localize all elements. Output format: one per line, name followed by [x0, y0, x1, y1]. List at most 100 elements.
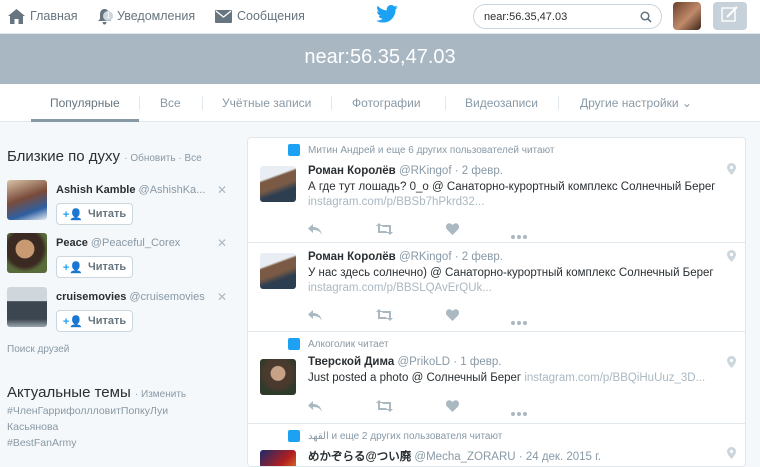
tab-photos[interactable]: Фотографии: [352, 96, 421, 110]
chevron-down-icon: ⌄: [681, 96, 692, 110]
tweet-avatar[interactable]: [260, 166, 296, 202]
follower-context-icon: [288, 144, 300, 156]
tweet-item[interactable]: القهد и еще 2 других пользователя читают…: [248, 424, 745, 466]
tweet-date[interactable]: 2 февр.: [462, 251, 503, 263]
follower-context-icon: [288, 338, 300, 350]
trend-item[interactable]: Касьянова: [7, 421, 232, 433]
tweet-text: А где тут лошадь? 0_о @ Санаторно-курорт…: [308, 181, 716, 193]
suggestion-name[interactable]: Peace: [56, 237, 88, 249]
suggestion-item: Peace @Peaceful_Corex ✕ +👤 Читать: [7, 231, 232, 283]
tweet-date[interactable]: 2 февр.: [462, 165, 503, 177]
reply-icon[interactable]: [308, 308, 322, 326]
tweet-item[interactable]: Роман Королёв @RKingof · 2 февр. У нас з…: [248, 243, 745, 332]
tweet-author-handle: @RKingof: [398, 165, 452, 177]
add-user-icon: +👤: [62, 261, 83, 274]
suggestion-handle: @Peaceful_Corex: [90, 237, 181, 249]
add-user-icon: +👤: [62, 315, 83, 328]
user-avatar[interactable]: [673, 2, 701, 30]
trend-item[interactable]: #BestFanArmy: [7, 437, 232, 449]
location-pin-icon[interactable]: [727, 162, 736, 180]
like-icon[interactable]: [445, 308, 460, 326]
reply-icon[interactable]: [308, 399, 322, 417]
search-icon[interactable]: [640, 10, 652, 28]
tweet-date[interactable]: 1 февр.: [460, 356, 501, 368]
location-pin-icon[interactable]: [727, 249, 736, 267]
tab-divider: [558, 96, 559, 110]
find-friends-link[interactable]: Поиск друзей: [7, 344, 69, 355]
tab-divider: [139, 96, 140, 110]
search-query-title: near:56.35,47.03: [304, 46, 456, 68]
location-pin-icon[interactable]: [727, 446, 736, 464]
tweet-author-handle: @PrikoLD: [397, 356, 451, 368]
tab-more-options[interactable]: Другие настройки ⌄: [580, 96, 692, 110]
tweet-item[interactable]: Митин Андрей и еще 6 других пользователе…: [248, 138, 745, 243]
search-tabs: Популярные Все Учётные записи Фотографии…: [0, 84, 760, 122]
tweet-author-name[interactable]: Роман Королёв: [308, 165, 396, 177]
tab-all[interactable]: Все: [160, 96, 181, 110]
trends-change-link[interactable]: Изменить: [141, 389, 186, 400]
tweet-context: Алкоголик читает: [308, 339, 389, 350]
nav-notifications-label: Уведомления: [117, 9, 196, 23]
dismiss-icon[interactable]: ✕: [217, 290, 227, 304]
like-icon[interactable]: [445, 399, 460, 417]
tweet-avatar[interactable]: [260, 359, 296, 395]
trends-module: Актуальные темы · Изменить #ЧленГаррифол…: [7, 384, 232, 449]
reply-icon[interactable]: [308, 222, 322, 240]
suggestion-handle: @AshishKa...: [138, 184, 206, 196]
who-to-follow-header: Близкие по духу · Обновить · Все: [7, 148, 202, 165]
twitter-bird-logo-icon[interactable]: [376, 5, 398, 28]
tweet-context: Митин Андрей и еще 6 других пользователе…: [308, 145, 555, 156]
tab-top[interactable]: Популярные: [50, 96, 120, 110]
follow-button[interactable]: +👤 Читать: [56, 256, 133, 278]
suggestion-item: Ashish Kamble @AshishKa... ✕ +👤 Читать: [7, 178, 232, 230]
tweet-actions: [308, 222, 568, 239]
dismiss-icon[interactable]: ✕: [217, 236, 227, 250]
notifications-count-badge: 1: [103, 10, 114, 21]
tab-divider: [202, 96, 203, 110]
tab-divider: [331, 96, 332, 110]
tweet-author-name[interactable]: めかぞらる@つい廃: [308, 451, 411, 463]
retweet-icon[interactable]: [376, 399, 393, 417]
dismiss-icon[interactable]: ✕: [217, 183, 227, 197]
tweet-author-name[interactable]: Роман Королёв: [308, 251, 396, 263]
tweet-link[interactable]: instagram.com/p/BBQiHuUuz_3D...: [524, 372, 705, 384]
tab-more-options-label: Другие настройки: [580, 96, 679, 110]
nav-messages-label: Сообщения: [237, 9, 305, 23]
nav-messages[interactable]: Сообщения: [215, 0, 305, 32]
refresh-link[interactable]: Обновить: [130, 153, 175, 164]
add-user-icon: +👤: [62, 208, 83, 221]
follow-button[interactable]: +👤 Читать: [56, 310, 133, 332]
suggestion-avatar[interactable]: [7, 180, 47, 220]
suggestion-name[interactable]: cruisemovies: [56, 291, 126, 303]
tweet-link[interactable]: instagram.com/p/BBSb7hPkrd32...: [308, 196, 484, 208]
tweet-date[interactable]: 24 дек. 2015 г.: [526, 451, 601, 463]
search-input[interactable]: [473, 4, 662, 29]
retweet-icon[interactable]: [376, 308, 393, 326]
more-options-icon[interactable]: [511, 226, 527, 244]
trend-item[interactable]: #ЧленГаррифоллловитПопкуЛуи: [7, 405, 232, 417]
suggestion-name[interactable]: Ashish Kamble: [56, 184, 135, 196]
search-banner: near:56.35,47.03: [0, 34, 760, 84]
tweet-item[interactable]: Алкоголик читает Тверской Дима @PrikoLD …: [248, 332, 745, 424]
tweet-link[interactable]: instagram.com/p/BBSLQAvErQUk...: [308, 282, 492, 294]
follow-button[interactable]: +👤 Читать: [56, 203, 133, 225]
tab-accounts[interactable]: Учётные записи: [222, 96, 311, 110]
more-options-icon[interactable]: [511, 403, 527, 421]
tab-videos[interactable]: Видеозаписи: [465, 96, 538, 110]
like-icon[interactable]: [445, 222, 460, 240]
nav-home[interactable]: Главная: [8, 0, 78, 32]
view-all-link[interactable]: Все: [184, 153, 201, 164]
retweet-icon[interactable]: [376, 222, 393, 240]
nav-home-label: Главная: [30, 9, 78, 23]
location-pin-icon[interactable]: [727, 355, 736, 373]
nav-notifications[interactable]: 1 Уведомления: [97, 0, 195, 32]
more-options-icon[interactable]: [511, 312, 527, 330]
tweet-author-name[interactable]: Тверской Дима: [308, 356, 394, 368]
suggestion-avatar[interactable]: [7, 233, 47, 273]
suggestion-avatar[interactable]: [7, 287, 47, 327]
compose-tweet-button[interactable]: [713, 2, 747, 30]
suggestion-handle: @cruisemovies: [129, 291, 205, 303]
tweet-avatar[interactable]: [260, 450, 296, 466]
tweet-context: القهد и еще 2 других пользователя читают: [308, 431, 503, 442]
tweet-avatar[interactable]: [260, 253, 296, 289]
